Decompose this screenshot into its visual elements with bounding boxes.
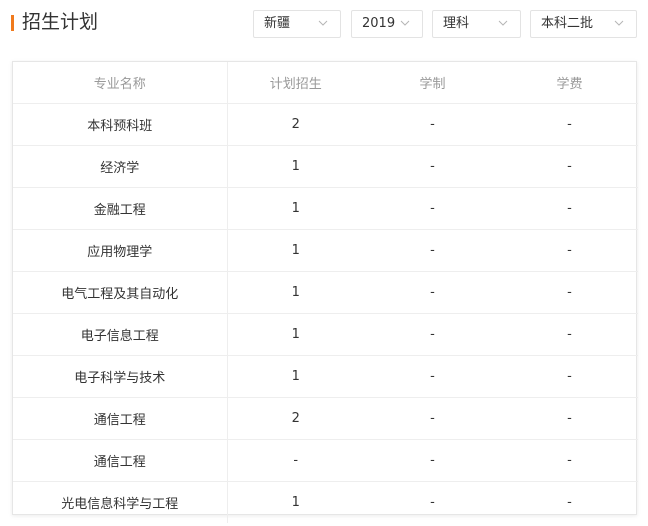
tuition-cell: - [501, 397, 638, 440]
plan-count-cell: 1 [227, 229, 364, 272]
tuition-cell: - [501, 355, 638, 398]
duration-cell: - [364, 187, 501, 230]
duration-cell: - [430, 495, 435, 510]
column-header-plan: 计划招生 [227, 62, 364, 104]
batch-select[interactable]: 本科二批 [530, 10, 637, 38]
plan-count-cell: 1 [227, 187, 364, 230]
plan-count-cell: 1 [227, 355, 364, 398]
major-name-cell: 应用物理学 [13, 229, 228, 272]
duration-cell: - [364, 355, 501, 398]
subject-select[interactable]: 理科 [432, 10, 521, 38]
tuition-cell: - [501, 103, 638, 146]
table-row: 电子信息工程 1 - - [13, 313, 638, 356]
duration-cell: - [364, 145, 501, 188]
table-row: 本科预科班 2 - - [13, 103, 638, 146]
major-name-cell: 通信工程 [13, 397, 228, 440]
tuition-cell: - [501, 187, 638, 230]
chevron-down-icon [400, 20, 410, 26]
enrollment-plan-table: 专业名称 计划招生 学制 学费 本科预科班 2 - - 经济学 1 - - 金融… [12, 61, 638, 523]
subject-select-value: 理科 [443, 16, 470, 31]
major-name-cell: 经济学 [13, 145, 228, 188]
title-accent-bar [11, 15, 14, 31]
duration-cell: - [364, 271, 501, 314]
major-name-cell: 电子科学与技术 [13, 355, 228, 398]
table-row: 通信工程 2 - - [13, 397, 638, 440]
tuition-cell: - [501, 439, 638, 482]
table-row: 应用物理学 1 - - [13, 229, 638, 272]
plan-count-cell: 1 [227, 313, 364, 356]
duration-cell: - [364, 313, 501, 356]
table-row: 通信工程 - - - [13, 439, 638, 482]
batch-select-value: 本科二批 [541, 16, 594, 31]
tuition-cell: - [567, 495, 572, 510]
plan-count-cell: 1 [227, 271, 364, 314]
major-name-cell: 通信工程 [13, 439, 228, 482]
province-select-value: 新疆 [264, 16, 291, 31]
major-name-cell: 电气工程及其自动化 [13, 271, 228, 314]
table-row: 光电信息科学与工程 1 - - [13, 481, 638, 523]
chevron-down-icon [614, 20, 624, 26]
tuition-cell: - [501, 145, 638, 188]
duration-cell: - [364, 397, 501, 440]
table-header-row: 专业名称 计划招生 学制 学费 [13, 62, 638, 104]
duration-cell: - [364, 229, 501, 272]
province-select[interactable]: 新疆 [253, 10, 341, 38]
plan-count-cell: 2 [227, 103, 364, 146]
plan-count-cell: 1 [227, 145, 364, 188]
plan-count-cell: - [227, 439, 364, 482]
tuition-cell: - [501, 229, 638, 272]
year-select[interactable]: 2019 [351, 10, 423, 38]
table-row: 经济学 1 - - [13, 145, 638, 188]
plan-count-cell: 2 [227, 397, 364, 440]
plan-count-cell: 1 [291, 495, 300, 510]
major-name-cell: 本科预科班 [13, 103, 228, 146]
chevron-down-icon [498, 20, 508, 26]
table-row: 电子科学与技术 1 - - [13, 355, 638, 398]
chevron-down-icon [318, 20, 328, 26]
year-select-value: 2019 [362, 16, 396, 31]
tuition-cell: - [501, 271, 638, 314]
tuition-cell: - [501, 313, 638, 356]
column-header-tuition: 学费 [501, 62, 638, 104]
table-row: 金融工程 1 - - [13, 187, 638, 230]
page-title: 招生计划 [22, 11, 99, 33]
duration-cell: - [364, 439, 501, 482]
table-row: 电气工程及其自动化 1 - - [13, 271, 638, 314]
major-name-cell: 金融工程 [13, 187, 228, 230]
duration-cell: - [364, 103, 501, 146]
major-name-cell: 光电信息科学与工程 [13, 481, 228, 523]
column-header-major: 专业名称 [13, 62, 228, 104]
column-header-duration: 学制 [364, 62, 501, 104]
major-name-cell: 电子信息工程 [13, 313, 228, 356]
